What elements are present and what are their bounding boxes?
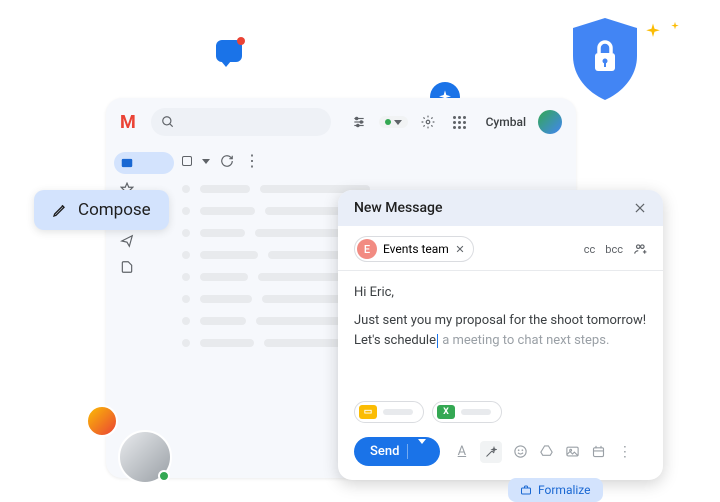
- attachment-slides[interactable]: ▭: [354, 401, 424, 423]
- pencil-icon: [52, 202, 68, 218]
- format-text-icon[interactable]: A: [454, 444, 469, 459]
- account-avatar[interactable]: [538, 110, 562, 134]
- compose-window: New Message E Events team cc bcc Hi Eric…: [338, 190, 663, 480]
- more-menu-icon[interactable]: ⋮: [244, 156, 260, 166]
- contact-avatar-1[interactable]: [86, 405, 118, 437]
- recipients-row[interactable]: E Events team cc bcc: [338, 226, 663, 271]
- emoji-icon[interactable]: [513, 444, 528, 459]
- compose-footer: Send A ⋮: [338, 427, 663, 480]
- more-options-icon[interactable]: ⋮: [617, 444, 632, 459]
- chevron-down-icon: [394, 120, 402, 125]
- smart-compose-suggestion[interactable]: a meeting to chat next steps.: [439, 333, 609, 348]
- compose-body[interactable]: Hi Eric, Just sent you my proposal for t…: [338, 271, 663, 395]
- select-all-checkbox[interactable]: [182, 156, 192, 166]
- send-icon: [120, 234, 134, 248]
- shield-lock-icon: [570, 18, 640, 100]
- send-button-label: Send: [370, 444, 399, 459]
- search-icon: [161, 115, 175, 129]
- sparkle-decoration-small-icon: [670, 16, 680, 35]
- file-icon: [120, 260, 134, 274]
- close-icon[interactable]: [633, 201, 647, 215]
- sparkle-decoration-icon: [644, 22, 662, 44]
- body-greeting: Hi Eric,: [354, 283, 647, 303]
- formalize-suggestion-button[interactable]: Formalize: [508, 478, 603, 502]
- recipient-avatar-icon: E: [357, 239, 377, 259]
- workspace-brand-label: Cymbal: [486, 115, 526, 129]
- formalize-label: Formalize: [538, 483, 591, 497]
- body-line2: Let's schedule a meeting to chat next st…: [354, 331, 647, 351]
- sidebar-item-inbox[interactable]: [114, 152, 174, 174]
- add-contacts-icon[interactable]: [633, 242, 647, 256]
- compose-button[interactable]: Compose: [34, 190, 169, 230]
- send-button[interactable]: Send: [354, 437, 440, 466]
- refresh-icon[interactable]: [220, 154, 234, 168]
- attach-drive-icon[interactable]: [539, 444, 554, 459]
- attachments-row: ▭ X: [338, 395, 663, 427]
- schedule-icon[interactable]: [591, 444, 606, 459]
- sheets-icon: X: [437, 405, 455, 419]
- notification-dot-icon: [237, 37, 245, 45]
- insert-image-icon[interactable]: [565, 444, 580, 459]
- presence-active-icon: [158, 470, 170, 482]
- attachment-sheets[interactable]: X: [432, 401, 502, 423]
- tune-icon[interactable]: [347, 110, 371, 134]
- gear-icon[interactable]: [416, 110, 440, 134]
- gmail-sidebar: [114, 146, 174, 354]
- inbox-icon: [120, 156, 134, 170]
- search-input[interactable]: [151, 108, 331, 136]
- bcc-button[interactable]: bcc: [605, 243, 623, 256]
- compose-title: New Message: [354, 200, 442, 216]
- send-options-dropdown[interactable]: [407, 444, 436, 459]
- briefcase-icon: [520, 484, 532, 496]
- compose-header: New Message: [338, 190, 663, 226]
- sidebar-item-sent[interactable]: [114, 230, 174, 252]
- gmail-logo-icon: M: [120, 112, 135, 133]
- recipient-chip[interactable]: E Events team: [354, 236, 474, 262]
- body-line1: Just sent you my proposal for the shoot …: [354, 311, 647, 331]
- chip-remove-icon[interactable]: [455, 244, 465, 254]
- chevron-down-icon: [418, 439, 426, 459]
- status-active-dot-icon: [385, 119, 391, 125]
- sidebar-item-drafts[interactable]: [114, 256, 174, 278]
- chat-bubble-icon[interactable]: [216, 40, 242, 62]
- recipient-name: Events team: [383, 242, 449, 256]
- select-dropdown-icon[interactable]: [202, 159, 210, 164]
- status-indicator[interactable]: [379, 116, 408, 128]
- slides-icon: ▭: [359, 405, 377, 419]
- list-toolbar: ⋮: [174, 150, 568, 178]
- apps-grid-icon[interactable]: [448, 110, 472, 134]
- gmail-header: M Cymbal: [106, 98, 576, 146]
- text-cursor-icon: [437, 334, 438, 348]
- contact-avatar-2[interactable]: [118, 430, 172, 484]
- compose-button-label: Compose: [78, 200, 151, 220]
- help-me-write-icon[interactable]: [480, 441, 502, 463]
- cc-button[interactable]: cc: [584, 243, 596, 256]
